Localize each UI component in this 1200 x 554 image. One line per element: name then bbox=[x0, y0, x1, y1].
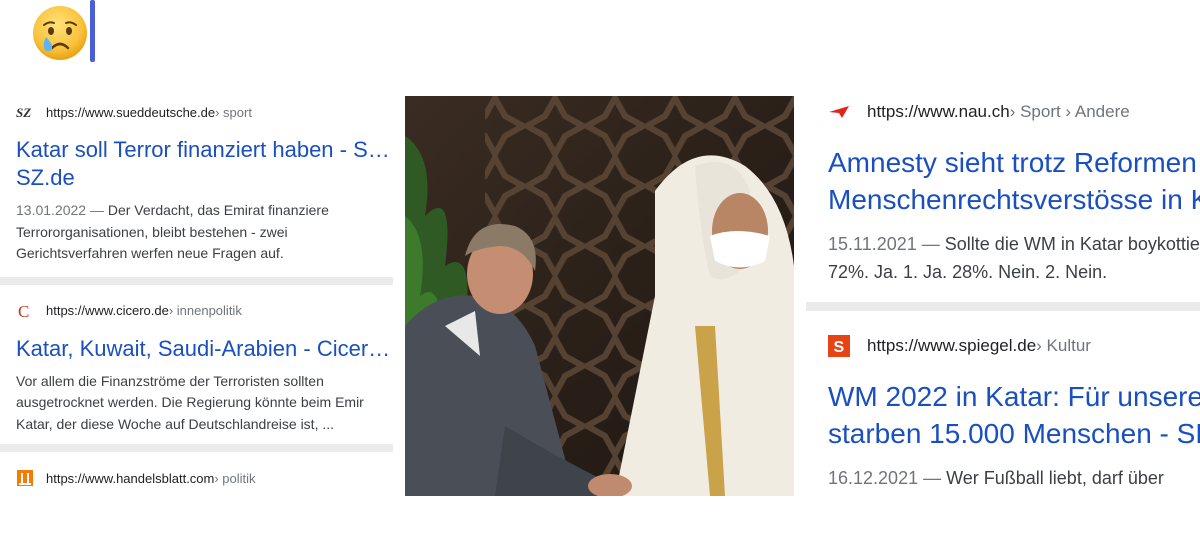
snippet-text: Sollte die WM in Katar boykottiert bbox=[944, 234, 1200, 254]
result-title[interactable]: Amnesty sieht trotz Reformen bbox=[806, 144, 1200, 181]
news-photo bbox=[405, 96, 794, 496]
left-search-results: SZ https://www.sueddeutsche.de › sport K… bbox=[0, 88, 393, 508]
result-breadcrumb: › innenpolitik bbox=[168, 303, 242, 318]
svg-text:SZ: SZ bbox=[16, 105, 31, 119]
search-result-sueddeutsche[interactable]: SZ https://www.sueddeutsche.de › sport K… bbox=[0, 88, 393, 277]
result-snippet: 16.12.2021 — Wer Fußball liebt, darf übe… bbox=[806, 464, 1200, 492]
cicero-icon: C bbox=[16, 302, 34, 320]
result-date: 13.01.2022 bbox=[16, 202, 87, 218]
result-url: https://www.sueddeutsche.de bbox=[46, 104, 216, 120]
right-search-results: https://www.nau.ch › Sport › Andere Amne… bbox=[806, 88, 1200, 508]
result-divider bbox=[0, 276, 393, 285]
result-breadcrumb: › Sport › Andere bbox=[1009, 102, 1130, 121]
result-date: 16.12.2021 bbox=[828, 468, 919, 488]
result-divider bbox=[0, 444, 393, 452]
snippet-text: Vor allem die Finanzströme der Terrorist… bbox=[16, 372, 364, 432]
search-result-cicero[interactable]: C https://www.cicero.de › innenpolitik K… bbox=[0, 285, 393, 445]
result-title[interactable]: Katar soll Terror finanziert haben - Spo… bbox=[0, 136, 393, 164]
result-breadcrumb: › politik bbox=[214, 470, 256, 486]
snippet-text: 72%. Ja. 1. Ja. 28%. Nein. 2. Nein. bbox=[828, 262, 1108, 282]
snippet-text: Wer Fußball liebt, darf über bbox=[946, 468, 1164, 488]
result-title-line2[interactable]: Menschenrechtsverstösse in K bbox=[806, 181, 1200, 218]
result-url: https://www.cicero.de bbox=[46, 303, 169, 318]
result-title[interactable]: Katar, Kuwait, Saudi-Arabien - Cicero ..… bbox=[0, 335, 393, 363]
result-url: https://www.handelsblatt.com bbox=[46, 470, 215, 486]
crying-face-icon bbox=[30, 3, 90, 63]
result-snippet-line2: 72%. Ja. 1. Ja. 28%. Nein. 2. Nein. bbox=[806, 258, 1200, 286]
date-separator: — bbox=[86, 202, 108, 218]
result-title-line2[interactable]: starben 15.000 Menschen - SP bbox=[806, 415, 1200, 452]
text-cursor bbox=[90, 0, 95, 62]
search-result-nau[interactable]: https://www.nau.ch › Sport › Andere Amne… bbox=[806, 88, 1200, 302]
svg-text:C: C bbox=[18, 302, 29, 320]
nau-icon bbox=[828, 101, 850, 123]
result-divider bbox=[806, 302, 1200, 311]
date-separator: — bbox=[916, 234, 945, 254]
result-snippet: 15.11.2021 — Sollte die WM in Katar boyk… bbox=[806, 230, 1200, 258]
result-breadcrumb: › sport bbox=[215, 104, 252, 120]
result-title[interactable]: WM 2022 in Katar: Für unseren bbox=[806, 378, 1200, 415]
result-source[interactable]: C https://www.cicero.de › innenpolitik bbox=[0, 300, 393, 322]
result-source[interactable]: S https://www.spiegel.de › Kultur bbox=[806, 333, 1200, 359]
handelsblatt-icon bbox=[16, 469, 34, 487]
search-result-spiegel[interactable]: S https://www.spiegel.de › Kultur WM 202… bbox=[806, 311, 1200, 492]
result-breadcrumb: › Kultur bbox=[1036, 336, 1091, 355]
result-snippet: Vor allem die Finanzströme der Terrorist… bbox=[0, 371, 393, 436]
result-source[interactable]: https://www.handelsblatt.com › politik bbox=[0, 467, 393, 489]
result-source[interactable]: SZ https://www.sueddeutsche.de › sport bbox=[0, 101, 393, 123]
spiegel-icon: S bbox=[828, 335, 850, 357]
sz-icon: SZ bbox=[16, 103, 34, 121]
svg-text:S: S bbox=[834, 339, 845, 356]
result-url: https://www.spiegel.de bbox=[867, 336, 1037, 355]
result-source[interactable]: https://www.nau.ch › Sport › Andere bbox=[806, 99, 1200, 125]
result-title-line2[interactable]: SZ.de bbox=[0, 164, 393, 192]
result-date: 15.11.2021 bbox=[828, 234, 917, 254]
search-result-handelsblatt[interactable]: https://www.handelsblatt.com › politik bbox=[0, 452, 393, 489]
result-snippet: 13.01.2022 — Der Verdacht, das Emirat fi… bbox=[0, 200, 393, 265]
result-url: https://www.nau.ch bbox=[867, 102, 1010, 121]
date-separator: — bbox=[918, 468, 947, 488]
